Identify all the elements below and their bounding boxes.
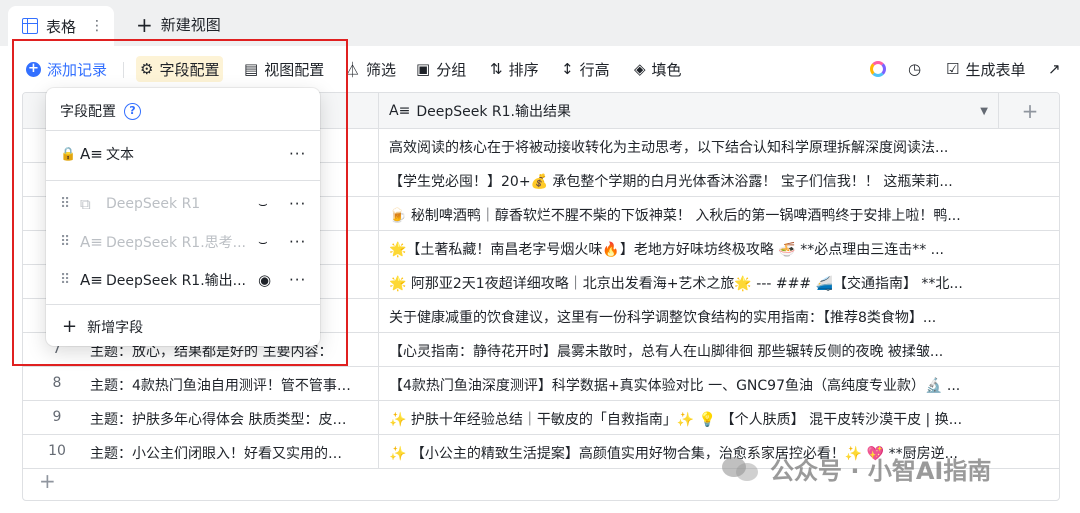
add-field-label: 新增字段 bbox=[87, 319, 144, 336]
add-field-button[interactable]: + 新增字段 bbox=[62, 316, 143, 337]
more-horizontal-icon[interactable]: ··· bbox=[289, 271, 306, 289]
eye-closed-icon[interactable]: ⌣ bbox=[258, 195, 268, 213]
cell-output[interactable]: 【心灵指南：静待花开时】晨雾未散时，总有人在山脚徘徊 那些辗转反侧的夜晚 被揉皱… bbox=[378, 333, 998, 366]
divider bbox=[46, 304, 320, 305]
row-height-button[interactable]: ↕ 行高 bbox=[557, 56, 614, 82]
eye-closed-icon[interactable]: ⌣ bbox=[258, 233, 268, 251]
view-config-label: 视图配置 bbox=[264, 60, 325, 79]
new-view-label: 新建视图 bbox=[160, 16, 221, 34]
ai-text-field-icon: A≡ bbox=[389, 103, 411, 119]
cell-output[interactable]: 🍺 秘制啤酒鸭｜醇香软烂不腥不柴的下饭神菜！ 入秋后的第一锅啤酒鸭终于安排上啦！… bbox=[378, 197, 998, 230]
column-header-deepseek-output[interactable]: A≡ DeepSeek R1.输出结果 ▼ bbox=[378, 93, 998, 129]
generate-form-label: 生成表单 bbox=[965, 60, 1026, 79]
table-grid-icon bbox=[22, 18, 38, 34]
filter-label: 筛选 bbox=[366, 60, 397, 79]
table-row[interactable]: 8 主题：4款热门鱼油自用测评！管不管事… 【4款热门鱼油深度测评】科学数据+真… bbox=[23, 367, 1059, 401]
watermark-text: 公众号 · 小智AI指南 bbox=[770, 457, 992, 485]
field-label: 文本 bbox=[106, 147, 134, 163]
view-config-icon: ▤ bbox=[244, 60, 259, 78]
field-item-deepseek-r1[interactable]: ⠿ ⧉ DeepSeek R1 ⌣ ··· bbox=[46, 186, 320, 222]
field-item-deepseek-thinking[interactable]: ⠿ A≡ DeepSeek R1.思考... ⌣ ··· bbox=[46, 224, 320, 260]
field-label: DeepSeek R1.输出... bbox=[106, 273, 246, 289]
form-check-icon: ☑ bbox=[946, 60, 960, 78]
cell-output[interactable]: ✨ 护肤十年经验总结｜干敏皮的「自救指南」✨ 💡 【个人肤质】 混干皮转沙漠干皮… bbox=[378, 401, 998, 434]
history-icon[interactable]: ◷ bbox=[904, 56, 925, 82]
sort-icon: ⇅ bbox=[490, 60, 503, 78]
drag-handle-icon[interactable]: ⠿ bbox=[60, 196, 70, 212]
share-icon[interactable]: ↗ bbox=[1044, 56, 1065, 82]
gear-icon: ⚙ bbox=[140, 60, 154, 78]
toolbar: + 添加记录 ⚙ 字段配置 ▤ 视图配置 ⏃ 筛选 ▣ 分组 ⇅ 排序 ↕ 行高 bbox=[0, 46, 1080, 92]
ai-assistant-icon[interactable] bbox=[870, 61, 886, 77]
ai-field-icon: ⧉ bbox=[80, 195, 91, 213]
tab-bar: 表格 ⋮ + 新建视图 bbox=[0, 0, 1080, 50]
new-view-button[interactable]: + 新建视图 bbox=[136, 14, 221, 35]
field-config-label: 字段配置 bbox=[159, 60, 220, 79]
fill-color-label: 填色 bbox=[651, 60, 682, 79]
caret-down-icon[interactable]: ▼ bbox=[980, 106, 988, 117]
plus-icon: + bbox=[62, 316, 78, 337]
cell-output[interactable]: 高效阅读的核心在于将被动接收转化为主动思考，以下结合认知科学原理拆解深度阅读法.… bbox=[378, 129, 998, 162]
filter-button[interactable]: ⏃ 筛选 bbox=[341, 56, 400, 82]
fill-color-button[interactable]: ◈ 填色 bbox=[630, 56, 686, 82]
group-icon: ▣ bbox=[416, 60, 431, 78]
add-row-button[interactable]: + bbox=[39, 469, 56, 493]
field-config-popup: 字段配置 ? 🔒 A≡ 文本 ··· ⠿ ⧉ DeepSeek R1 ⌣ ···… bbox=[46, 88, 320, 346]
cell-output[interactable]: 🌟 阿那亚2天1夜超详细攻略｜北京出发看海+艺术之旅🌟 --- ### 🚄【交通… bbox=[378, 265, 998, 298]
field-item-deepseek-output[interactable]: ⠿ A≡ DeepSeek R1.输出... ◉ ··· bbox=[46, 262, 320, 298]
help-icon[interactable]: ? bbox=[124, 102, 141, 120]
tab-table-label: 表格 bbox=[46, 17, 77, 36]
field-label: DeepSeek R1 bbox=[106, 196, 201, 212]
divider bbox=[46, 180, 320, 181]
drag-handle-icon[interactable]: ⠿ bbox=[60, 234, 70, 250]
field-item-text[interactable]: 🔒 A≡ 文本 ··· bbox=[46, 136, 320, 172]
cell-text[interactable]: 主题：小公主们闭眼入！好看又实用的… bbox=[90, 443, 372, 463]
toolbar-divider bbox=[123, 62, 124, 78]
add-record-label: 添加记录 bbox=[47, 60, 108, 79]
more-vertical-icon[interactable]: ⋮ bbox=[90, 18, 104, 34]
column-header-label: DeepSeek R1.输出结果 bbox=[416, 104, 571, 120]
sort-label: 排序 bbox=[508, 60, 539, 79]
more-horizontal-icon[interactable]: ··· bbox=[289, 145, 306, 163]
row-number: 10 bbox=[48, 443, 66, 459]
wechat-icon bbox=[722, 455, 762, 483]
cell-output[interactable]: 【4款热门鱼油深度测评】科学数据+真实体验对比 一、GNC97鱼油（高纯度专业款… bbox=[378, 367, 998, 400]
add-circle-icon: + bbox=[26, 61, 41, 77]
tab-table-view[interactable]: 表格 ⋮ bbox=[8, 6, 114, 46]
paint-bucket-icon: ◈ bbox=[634, 60, 646, 78]
eye-open-icon[interactable]: ◉ bbox=[258, 271, 271, 289]
field-label: DeepSeek R1.思考... bbox=[106, 235, 246, 251]
cell-output[interactable]: 【学生党必囤！】20+💰 承包整个学期的白月光体香沐浴露！ 宝子们信我！！ 这瓶… bbox=[378, 163, 998, 196]
table-row[interactable]: 9 主题：护肤多年心得体会 肤质类型：皮… ✨ 护肤十年经验总结｜干敏皮的「自救… bbox=[23, 401, 1059, 435]
filter-icon: ⏃ bbox=[345, 60, 361, 79]
field-config-button[interactable]: ⚙ 字段配置 bbox=[136, 56, 224, 82]
more-horizontal-icon[interactable]: ··· bbox=[289, 233, 306, 251]
drag-handle-icon[interactable]: ⠿ bbox=[60, 272, 70, 288]
row-number: 9 bbox=[52, 409, 62, 425]
lock-icon: 🔒 bbox=[60, 146, 77, 162]
group-label: 分组 bbox=[436, 60, 467, 79]
add-record-button[interactable]: + 添加记录 bbox=[22, 56, 111, 82]
cell-text[interactable]: 主题：4款热门鱼油自用测评！管不管事… bbox=[90, 375, 372, 395]
ai-text-field-icon: A≡ bbox=[80, 271, 103, 289]
view-config-button[interactable]: ▤ 视图配置 bbox=[240, 56, 328, 82]
text-field-icon: A≡ bbox=[80, 145, 103, 163]
row-height-icon: ↕ bbox=[561, 60, 574, 78]
popup-title: 字段配置 bbox=[60, 104, 116, 120]
cell-output[interactable]: 关于健康减重的饮食建议，这里有一份科学调整饮食结构的实用指南：【推荐8类食物】.… bbox=[378, 299, 998, 332]
ai-text-field-icon: A≡ bbox=[80, 233, 103, 251]
divider bbox=[46, 130, 320, 131]
popup-header: 字段配置 ? bbox=[60, 101, 141, 121]
sort-button[interactable]: ⇅ 排序 bbox=[486, 56, 543, 82]
row-number: 8 bbox=[52, 375, 62, 391]
group-button[interactable]: ▣ 分组 bbox=[412, 56, 470, 82]
generate-form-button[interactable]: ☑ 生成表单 bbox=[942, 56, 1029, 82]
cell-output[interactable]: 🌟【土著私藏！南昌老字号烟火味🔥】老地方好味坊终极攻略 🍜 **必点理由三连击*… bbox=[378, 231, 998, 264]
watermark: 公众号 · 小智AI指南 bbox=[722, 451, 991, 486]
more-horizontal-icon[interactable]: ··· bbox=[289, 195, 306, 213]
row-height-label: 行高 bbox=[579, 60, 610, 79]
add-column-button[interactable]: + bbox=[998, 93, 1059, 129]
cell-text[interactable]: 主题：护肤多年心得体会 肤质类型：皮… bbox=[90, 409, 372, 429]
plus-icon: + bbox=[136, 12, 153, 37]
